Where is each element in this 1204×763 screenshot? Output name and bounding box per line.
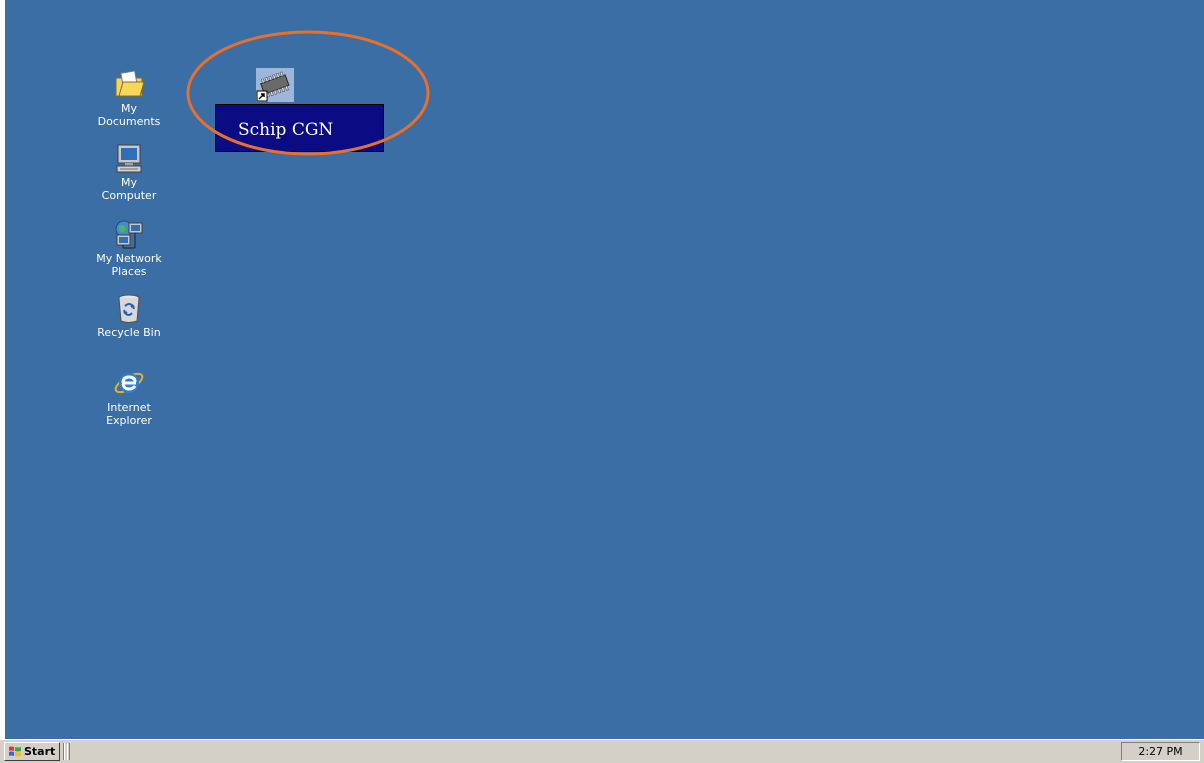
screen-frame: My Documents My Computer My Network Plac… [0, 0, 1204, 763]
taskbar-separator [63, 743, 65, 760]
desktop[interactable]: My Documents My Computer My Network Plac… [5, 0, 1204, 739]
chip-shortcut-icon [256, 68, 294, 102]
desktop-icon-my-documents[interactable]: My Documents [92, 68, 166, 128]
network-icon [113, 218, 145, 250]
windows-logo-icon [8, 745, 22, 758]
start-label: Start [24, 745, 56, 758]
folder-documents-icon [113, 68, 145, 100]
desktop-icon-recycle-bin[interactable]: Recycle Bin [92, 292, 166, 339]
recycle-bin-icon [113, 292, 145, 324]
desktop-icon-internet-explorer[interactable]: Internet Explorer [92, 367, 166, 427]
system-tray: 2:27 PM [1121, 742, 1200, 761]
clock[interactable]: 2:27 PM [1138, 745, 1182, 758]
desktop-icon-label: My Network Places [96, 252, 162, 278]
taskbar-grip[interactable] [67, 743, 70, 760]
schip-cgn-label[interactable]: Schip CGN [215, 104, 384, 152]
start-button[interactable]: Start [4, 742, 60, 761]
internet-explorer-icon [113, 367, 145, 399]
desktop-icon-label: My Documents [97, 102, 161, 128]
desktop-icon-label: My Computer [101, 176, 157, 202]
schip-cgn-shortcut-icon[interactable] [256, 68, 294, 102]
desktop-icon-label: Internet Explorer [106, 401, 152, 427]
desktop-icon-label: Recycle Bin [97, 326, 161, 339]
computer-icon [113, 142, 145, 174]
desktop-icon-my-computer[interactable]: My Computer [92, 142, 166, 202]
taskbar: Start 2:27 PM [0, 739, 1204, 763]
desktop-icon-my-network-places[interactable]: My Network Places [92, 218, 166, 278]
